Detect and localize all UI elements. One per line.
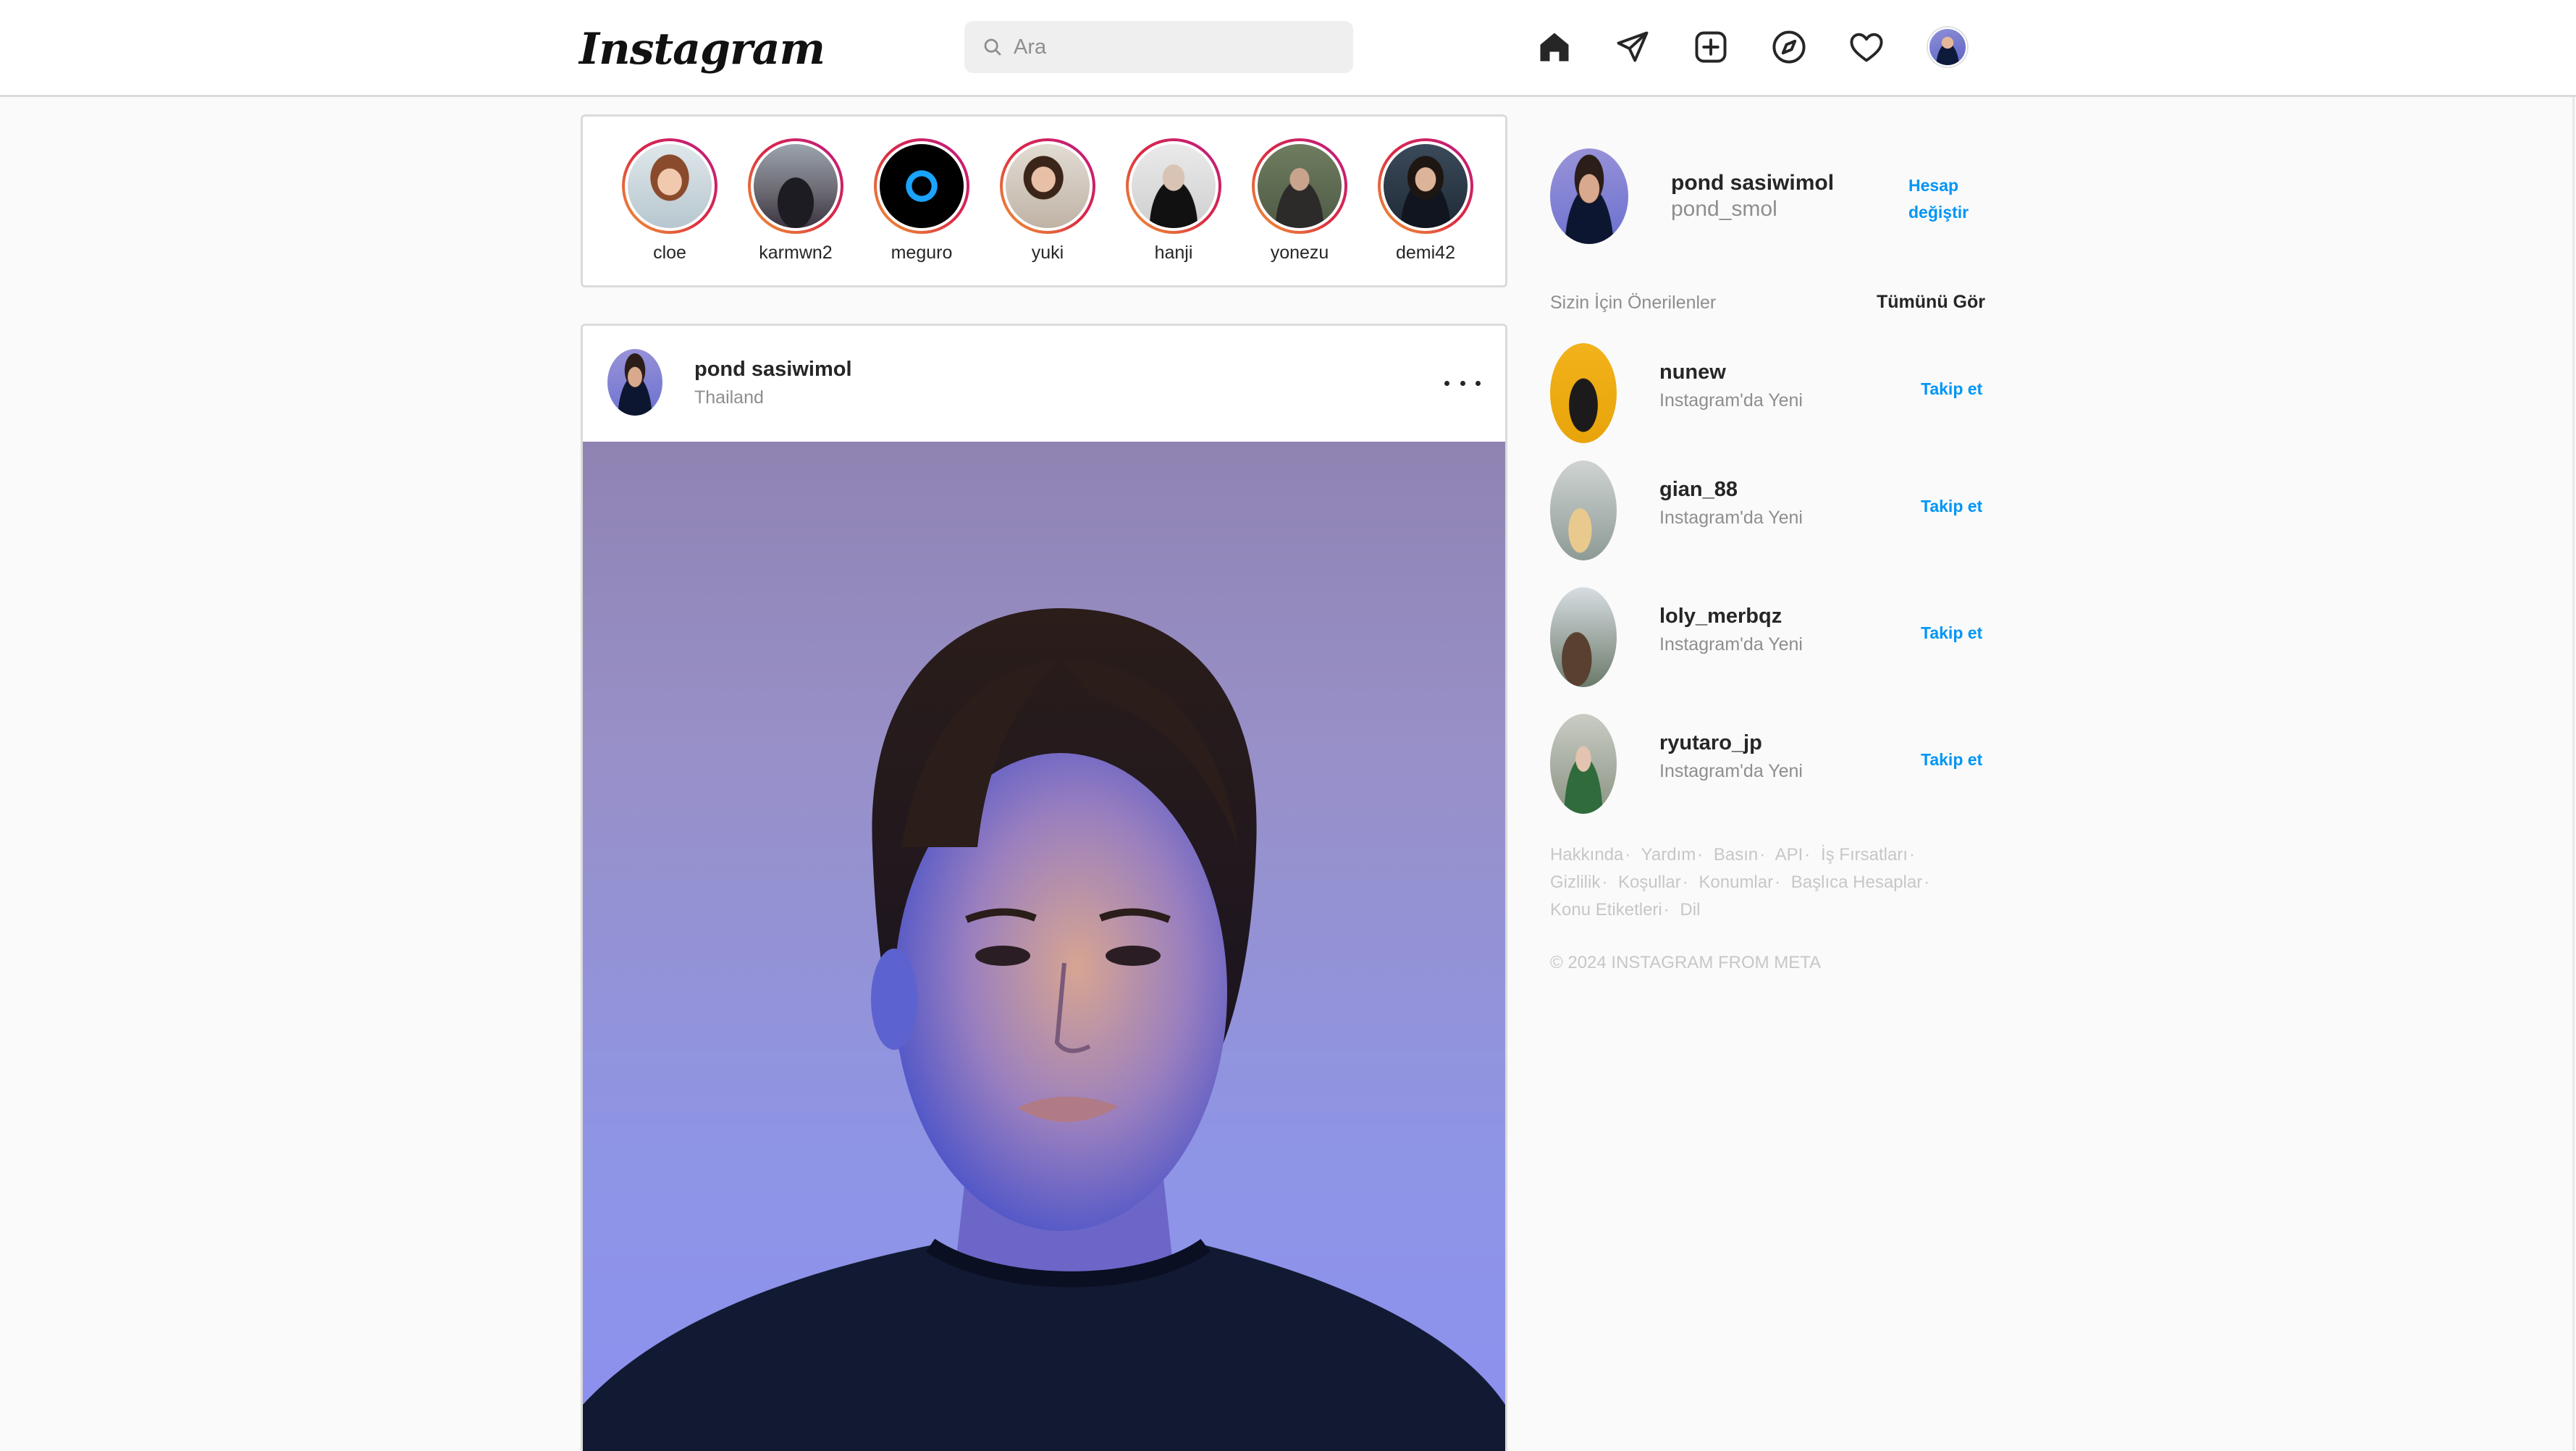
suggestion-item: loly_merbqz Instagram'da Yeni Takip et [1550, 587, 1984, 689]
footer-link[interactable]: Hakkında [1550, 845, 1623, 865]
instagram-logo[interactable]: Instagram [579, 22, 825, 77]
follow-button[interactable]: Takip et [1921, 623, 1982, 643]
follow-button[interactable]: Takip et [1921, 750, 1982, 770]
copyright-text: © 2024 INSTAGRAM FROM META [1550, 953, 1822, 972]
suggestion-subtitle: Instagram'da Yeni [1659, 508, 1803, 528]
explore-button[interactable] [1768, 26, 1810, 68]
stories-tray: cloe karmwn2 meguro yuki hanji yonezu de… [581, 114, 1507, 287]
footer-link[interactable]: İş Fırsatları [1821, 845, 1908, 865]
story-item[interactable]: yonezu [1249, 138, 1350, 264]
current-user-handle: pond_smol [1671, 197, 1777, 221]
footer-link[interactable]: Başlıca Hesaplar [1791, 872, 1922, 892]
story-item[interactable]: yuki [997, 138, 1098, 264]
suggestion-username[interactable]: loly_merbqz [1659, 605, 1782, 628]
portrait-photo [583, 608, 1505, 1451]
footer-link[interactable]: Basın [1714, 845, 1758, 865]
post-author-username[interactable]: pond sasiwimol [694, 358, 852, 382]
home-button[interactable] [1533, 26, 1575, 68]
follow-button[interactable]: Takip et [1921, 497, 1982, 516]
story-item[interactable]: hanji [1123, 138, 1224, 264]
footer-link[interactable]: API [1775, 845, 1803, 865]
suggestion-item: nunew Instagram'da Yeni Takip et [1550, 343, 1984, 445]
current-user-name[interactable]: pond sasiwimol [1671, 171, 1834, 195]
profile-avatar-button[interactable] [1928, 28, 1967, 67]
direct-message-button[interactable] [1612, 26, 1654, 68]
see-all-link[interactable]: Tümünü Gör [1877, 292, 1985, 313]
new-post-button[interactable] [1690, 26, 1732, 68]
story-username: meguro [891, 243, 953, 263]
search-box[interactable] [964, 21, 1353, 73]
direct-message-icon [1617, 31, 1649, 62]
suggestion-subtitle: Instagram'da Yeni [1659, 634, 1803, 655]
footer-link[interactable]: Konu Etiketleri [1550, 900, 1662, 920]
story-username: yonezu [1270, 243, 1329, 263]
switch-account-label-line2: değiştir [1908, 203, 1969, 222]
story-avatar [1006, 144, 1090, 228]
suggestion-avatar[interactable] [1550, 587, 1617, 687]
home-icon [1540, 33, 1569, 62]
post-author-avatar[interactable] [607, 349, 662, 416]
footer-link[interactable]: Konumlar [1699, 872, 1773, 892]
post-image[interactable] [583, 442, 1505, 1451]
footer-link[interactable]: Yardım [1641, 845, 1696, 865]
suggestion-item: ryutaro_jp Instagram'da Yeni Takip et [1550, 714, 1984, 815]
suggestion-username[interactable]: ryutaro_jp [1659, 731, 1762, 755]
story-avatar [1258, 144, 1342, 228]
current-user-avatar[interactable] [1550, 148, 1628, 244]
story-username: cloe [653, 243, 686, 263]
story-username: karmwn2 [759, 243, 833, 263]
explore-icon [1772, 30, 1806, 64]
suggestion-avatar[interactable] [1550, 460, 1617, 560]
story-avatar [1384, 144, 1468, 228]
post-location[interactable]: Thailand [694, 387, 764, 408]
story-avatar [754, 144, 838, 228]
suggestion-subtitle: Instagram'da Yeni [1659, 390, 1803, 411]
top-navigation-bar: Instagram [0, 0, 2576, 97]
story-avatar [1132, 144, 1216, 228]
story-item[interactable]: demi42 [1375, 138, 1476, 264]
footer-links: Hakkında· Yardım· Basın· API· İş Fırsatl… [1550, 845, 1930, 920]
suggestion-subtitle: Instagram'da Yeni [1659, 761, 1803, 781]
follow-button[interactable]: Takip et [1921, 379, 1982, 399]
suggestion-username[interactable]: nunew [1659, 361, 1726, 384]
suggestions-title: Sizin İçin Önerilenler [1550, 293, 1717, 313]
story-item[interactable]: cloe [619, 138, 720, 264]
new-post-icon [1695, 31, 1727, 63]
search-icon [984, 38, 1001, 56]
switch-account-link[interactable]: Hesap değiştir [1908, 172, 1995, 226]
post-header: pond sasiwimol Thailand [583, 326, 1505, 442]
feed-post: pond sasiwimol Thailand [581, 324, 1507, 1451]
footer-link[interactable]: Koşullar [1618, 872, 1681, 892]
footer-link[interactable]: Gizlilik [1550, 872, 1600, 892]
suggestion-item: gian_88 Instagram'da Yeni Takip et [1550, 460, 1984, 562]
search-input[interactable] [1014, 35, 1332, 59]
story-username: hanji [1154, 243, 1193, 263]
story-item[interactable]: karmwn2 [745, 138, 846, 264]
more-options-icon[interactable] [1444, 372, 1481, 394]
story-username: yuki [1031, 243, 1064, 263]
suggestion-avatar[interactable] [1550, 343, 1617, 443]
suggestion-username[interactable]: gian_88 [1659, 478, 1738, 502]
activity-button[interactable] [1845, 26, 1887, 68]
story-avatar [880, 144, 964, 228]
window-scrollbar-track[interactable] [2572, 97, 2575, 1451]
switch-account-label-line1: Hesap [1908, 176, 1959, 195]
activity-heart-icon [1850, 33, 1883, 62]
story-item[interactable]: meguro [871, 138, 972, 264]
footer-link[interactable]: Dil [1680, 900, 1700, 920]
story-avatar [628, 144, 712, 228]
suggestion-avatar[interactable] [1550, 714, 1617, 814]
story-username: demi42 [1396, 243, 1455, 263]
